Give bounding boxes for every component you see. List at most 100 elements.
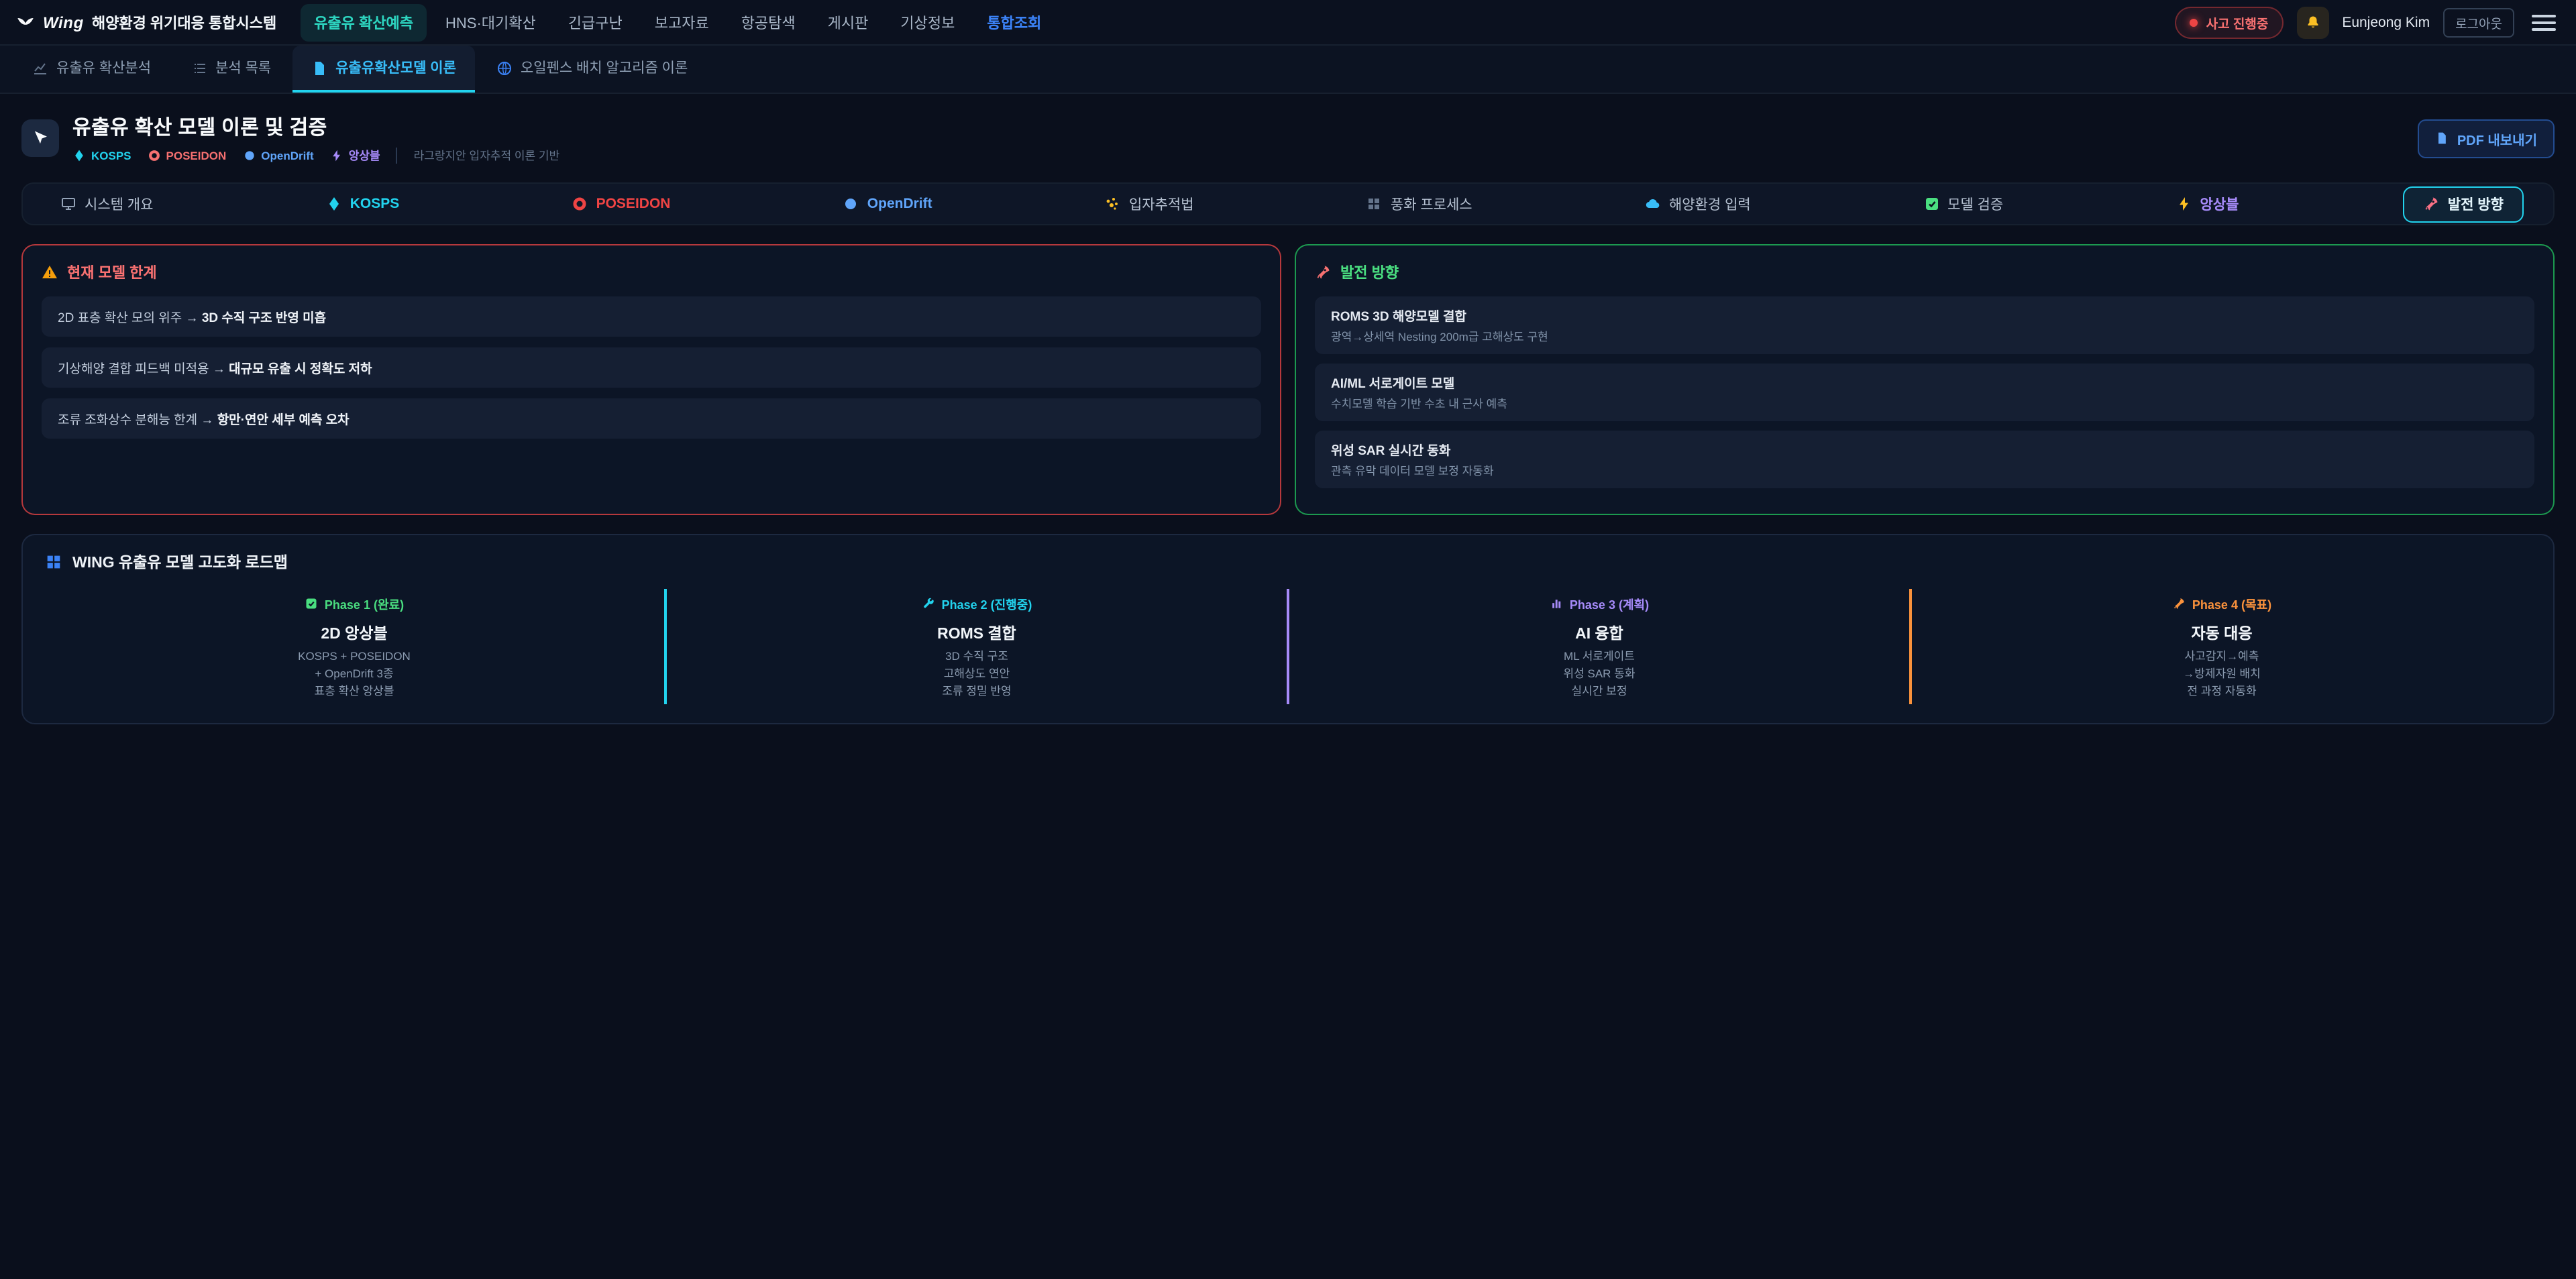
rocket-icon [2172,597,2186,610]
incident-status-badge[interactable]: 사고 진행중 [2176,6,2284,38]
section-nav-opendrift[interactable]: OpenDrift [835,190,941,217]
limitation-item: 조류 조화상수 분해능 한계 → 항만·연안 세부 예측 오차 [42,398,1261,439]
wrench-icon [922,597,935,610]
brand[interactable]: Wing 해양환경 위기대응 통합시스템 [16,11,276,33]
bell-icon [2304,14,2320,30]
particles-icon [1105,196,1121,212]
future-panel-header: 발전 방향 [1315,262,2534,283]
future-item-desc: 광역→상세역 Nesting 200m급 고해상도 구현 [1331,329,2518,345]
tab-spill-model-theory[interactable]: 유출유확산모델 이론 [292,46,475,93]
nav-item-emergency-rescue[interactable]: 긴급구난 [555,3,636,41]
section-nav-ensemble[interactable]: 앙상블 [2168,188,2247,219]
future-item-title: 위성 SAR 실시간 동화 [1331,440,2518,459]
phase-detail: + OpenDrift 3종 [55,665,653,683]
future-item-title: AI/ML 서로게이트 모델 [1331,373,2518,392]
bar-chart-icon [1550,597,1563,610]
tab-analysis-list[interactable]: 분석 목록 [172,46,290,93]
phase-label: Phase 4 (목표) [2172,595,2271,612]
section-nav: 시스템 개요 KOSPS POSEIDON OpenDrift 입자추적법 풍화… [21,182,2555,225]
page-header-iconbox [21,119,59,157]
pdf-export-button[interactable]: PDF 내보내기 [2418,119,2555,158]
section-nav-poseidon[interactable]: POSEIDON [564,190,679,217]
limitation-text: 2D 표층 확산 모의 위주 → [58,311,202,326]
phase-label: Phase 1 (완료) [305,595,404,612]
nav-item-hns-air-dispersion[interactable]: HNS·대기확산 [432,3,549,41]
phase-name: 2D 앙상블 [55,622,653,644]
diamond-icon [72,149,86,162]
section-nav-kosps[interactable]: KOSPS [318,190,408,217]
section-nav-future-direction[interactable]: 발전 방향 [2404,186,2524,222]
wing-logo-icon [16,13,35,32]
phase-detail: 사고감지→예측 [1923,648,2521,665]
future-direction-panel: 발전 방향 ROMS 3D 해양모델 결합 광역→상세역 Nesting 200… [1295,244,2555,515]
page-header: 유출유 확산 모델 이론 및 검증 KOSPS POSEIDON OpenDri… [0,94,2576,164]
phase-detail: 표층 확산 앙상블 [55,682,653,700]
rocket-icon [1315,264,1331,280]
badge-kosps: KOSPS [72,149,131,162]
tab-label: 유출유확산모델 이론 [335,58,456,78]
document-icon [311,60,327,76]
limitation-item: 2D 표층 확산 모의 위주 → 3D 수직 구조 반영 미흡 [42,296,1261,337]
nav-item-air-search[interactable]: 항공탐색 [728,3,809,41]
warning-triangle-icon [42,264,58,280]
roadmap-phase-4: Phase 4 (목표) 자동 대응 사고감지→예측 →방제자원 배치 전 과정… [1909,589,2532,705]
phase-detail: 고해상도 연안 [678,665,1276,683]
phase-detail: 3D 수직 구조 [678,648,1276,665]
grid-icon [1366,196,1383,212]
panels-section: 현재 모델 한계 2D 표층 확산 모의 위주 → 3D 수직 구조 반영 미흡… [21,244,2555,515]
nav-item-board[interactable]: 게시판 [814,3,882,41]
pdf-document-icon [2436,131,2449,145]
incident-badge-label: 사고 진행중 [2206,13,2269,32]
brand-wing-text: Wing [43,13,84,32]
future-item: AI/ML 서로게이트 모델 수치모델 학습 기반 수초 내 근사 예측 [1315,364,2534,421]
limitation-strong: 대규모 유출 시 정확도 저하 [229,362,372,377]
future-item-desc: 수치모델 학습 기반 수초 내 근사 예측 [1331,396,2518,412]
limitations-panel-header: 현재 모델 한계 [42,262,1261,283]
section-nav-overview[interactable]: 시스템 개요 [52,188,161,219]
globe-icon [496,60,513,76]
section-nav-validation[interactable]: 모델 검증 [1915,188,2011,219]
dot-icon [242,149,256,162]
list-icon [191,60,207,76]
badge-ensemble: 앙상블 [330,148,380,164]
circle-icon [572,196,588,212]
lightning-icon [330,149,343,162]
incident-dot-icon [2190,18,2198,26]
section-nav-particle-tracking[interactable]: 입자추적법 [1097,188,1202,219]
circle-icon [148,149,161,162]
phase-detail: 위성 SAR 동화 [1300,665,1898,683]
app-root: Wing 해양환경 위기대응 통합시스템 유출유 확산예측 HNS·대기확산 긴… [0,0,2576,1279]
badge-opendrift: OpenDrift [242,149,313,162]
phase-detail: ML 서로게이트 [1300,648,1898,665]
nav-item-weather-info[interactable]: 기상정보 [887,3,968,41]
system-title: 해양환경 위기대응 통합시스템 [92,11,276,33]
phase-name: ROMS 결합 [678,622,1276,644]
badge-poseidon: POSEIDON [148,149,227,162]
section-nav-weathering[interactable]: 풍화 프로세스 [1358,188,1481,219]
limitation-item: 기상해양 결합 피드백 미적용 → 대규모 유출 시 정확도 저하 [42,347,1261,388]
phase-name: 자동 대응 [1923,622,2521,644]
notification-bell-button[interactable] [2296,6,2328,38]
hamburger-menu-icon[interactable] [2528,6,2560,38]
future-item: ROMS 3D 해양모델 결합 광역→상세역 Nesting 200m급 고해상… [1315,296,2534,354]
nav-item-spill-forecast[interactable]: 유출유 확산예측 [301,3,427,41]
tab-spill-analysis[interactable]: 유출유 확산분석 [13,46,170,93]
line-chart-icon [32,60,48,76]
nav-item-integrated-search[interactable]: 통합조회 [973,3,1055,41]
top-navbar: Wing 해양환경 위기대응 통합시스템 유출유 확산예측 HNS·대기확산 긴… [0,0,2576,46]
dot-icon [843,196,859,212]
phase-detail: 조류 정밀 반영 [678,682,1276,700]
logout-button[interactable]: 로그아웃 [2443,7,2514,37]
diamond-icon [326,196,342,212]
grid-table-icon [44,553,63,571]
future-item-title: ROMS 3D 해양모델 결합 [1331,306,2518,325]
tab-oil-fence-algorithm-theory[interactable]: 오일펜스 배치 알고리즘 이론 [478,46,706,93]
phase-name: AI 융합 [1300,622,1898,644]
roadmap-phases: Phase 1 (완료) 2D 앙상블 KOSPS + POSEIDON + O… [44,589,2532,705]
lightning-icon [2176,196,2192,212]
nav-item-reports[interactable]: 보고자료 [641,3,722,41]
section-nav-ocean-input[interactable]: 해양환경 입력 [1637,188,1759,219]
limitation-strong: 3D 수직 구조 반영 미흡 [202,311,326,326]
page-header-text: 유출유 확산 모델 이론 및 검증 KOSPS POSEIDON OpenDri… [72,113,559,164]
roadmap-phase-3: Phase 3 (계획) AI 융합 ML 서로게이트 위성 SAR 동화 실시… [1287,589,1909,705]
